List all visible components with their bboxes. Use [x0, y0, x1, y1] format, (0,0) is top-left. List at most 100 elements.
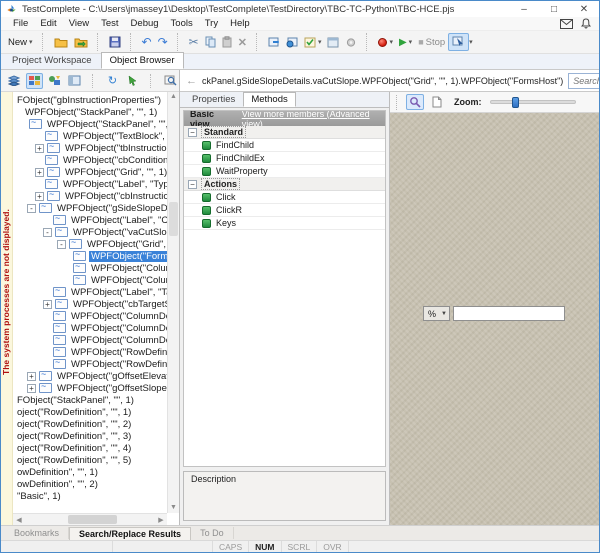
- collapse-icon[interactable]: −: [188, 180, 197, 189]
- tree-item[interactable]: FObject("StackPanel", "", 1): [13, 394, 167, 406]
- point-and-fix-button[interactable]: [124, 73, 141, 89]
- messages-icon[interactable]: [560, 19, 573, 29]
- fit-to-page-button[interactable]: [428, 94, 446, 110]
- expand-plus-icon[interactable]: +: [35, 168, 44, 177]
- project-settings-button[interactable]: [324, 35, 342, 50]
- collapse-minus-icon[interactable]: -: [43, 228, 52, 237]
- tree-item[interactable]: WPFObject("ColumnDefinition", "", 1): [13, 310, 167, 322]
- tree-item[interactable]: oject("RowDefinition", "", 5): [13, 454, 167, 466]
- tab-bookmarks[interactable]: Bookmarks: [5, 527, 69, 539]
- refresh-button[interactable]: ↻: [104, 73, 121, 89]
- method-row[interactable]: ClickR: [184, 204, 385, 217]
- tab-search-replace-results[interactable]: Search/Replace Results: [69, 527, 191, 540]
- copy-button[interactable]: [202, 34, 219, 50]
- stop-button[interactable]: ■ Stop: [415, 35, 448, 50]
- method-row[interactable]: Keys: [184, 217, 385, 230]
- delete-button[interactable]: ✕: [235, 34, 250, 51]
- menu-file[interactable]: File: [7, 18, 34, 29]
- expand-plus-icon[interactable]: +: [27, 372, 36, 381]
- tree-item[interactable]: +WPFObject("cbTargetSurface"): [13, 298, 167, 310]
- tree-item[interactable]: +WPFObject("Grid", "", 1): [13, 166, 167, 178]
- collapse-minus-icon[interactable]: -: [27, 204, 36, 213]
- search-object-button[interactable]: [162, 73, 179, 89]
- close-button[interactable]: ✕: [569, 1, 599, 17]
- paste-button[interactable]: [219, 34, 235, 50]
- tree-item[interactable]: WPFObject("ColumnDefinition",: [13, 274, 167, 286]
- scroll-down-icon[interactable]: ▼: [170, 503, 177, 513]
- tree-item[interactable]: WPFObject("Label", "Cut slope:", 1): [13, 214, 167, 226]
- back-arrow-icon[interactable]: ←: [186, 75, 197, 87]
- tree-item[interactable]: "Basic", 1): [13, 490, 167, 502]
- menu-edit[interactable]: Edit: [34, 18, 62, 29]
- tree-item[interactable]: oject("RowDefinition", "", 1): [13, 406, 167, 418]
- tab-object-browser[interactable]: Object Browser: [101, 52, 184, 69]
- tab-methods[interactable]: Methods: [243, 92, 295, 107]
- expand-plus-icon[interactable]: +: [43, 300, 52, 309]
- notifications-bell-icon[interactable]: [581, 18, 591, 29]
- tree-item[interactable]: WPFObject("StackPanel", "", 1): [13, 118, 167, 130]
- expand-plus-icon[interactable]: +: [35, 144, 44, 153]
- expand-plus-icon[interactable]: +: [27, 384, 36, 393]
- tree-horizontal-scrollbar[interactable]: ◀ ▶: [13, 513, 167, 525]
- open-file-button[interactable]: [51, 35, 71, 50]
- tree-item[interactable]: -WPFObject("gSideSlopeDetails"): [13, 202, 167, 214]
- add-existing-item-button[interactable]: [283, 35, 301, 50]
- tab-to-do[interactable]: To Do: [191, 527, 234, 539]
- tree-item[interactable]: WPFObject("cbConditional"): [13, 154, 167, 166]
- tree-item[interactable]: FObject("gbInstructionProperties"): [13, 94, 167, 106]
- tree-item[interactable]: WPFObject("Label", "Target surface:", 1: [13, 286, 167, 298]
- collapse-minus-icon[interactable]: -: [57, 240, 66, 249]
- method-row[interactable]: FindChild: [184, 139, 385, 152]
- menu-try[interactable]: Try: [199, 18, 224, 29]
- collapse-icon[interactable]: −: [188, 128, 197, 137]
- scroll-track[interactable]: [25, 514, 155, 525]
- scroll-right-icon[interactable]: ▶: [155, 516, 167, 524]
- menu-help[interactable]: Help: [224, 18, 256, 29]
- tree-item[interactable]: -WPFObject("vaCutSlope"): [13, 226, 167, 238]
- method-group-header[interactable]: −Standard: [184, 126, 385, 139]
- menu-tools[interactable]: Tools: [165, 18, 199, 29]
- tree-item[interactable]: +WPFObject("gOffsetSlopeDetails"): [13, 382, 167, 394]
- method-row[interactable]: WaitProperty: [184, 165, 385, 178]
- record-button[interactable]: ▾: [375, 36, 396, 49]
- scroll-track[interactable]: [168, 102, 179, 503]
- tree-vertical-scrollbar[interactable]: ▲ ▼: [167, 92, 179, 513]
- save-all-button[interactable]: [106, 34, 124, 50]
- scroll-up-icon[interactable]: ▲: [170, 92, 177, 102]
- tree-item[interactable]: oject("RowDefinition", "", 4): [13, 442, 167, 454]
- tree-item[interactable]: WPFObject("ColumnDefinition", "", 2): [13, 322, 167, 334]
- zoom-slider[interactable]: [490, 100, 576, 104]
- toggle-panel-button[interactable]: [66, 73, 83, 89]
- minimize-button[interactable]: –: [509, 1, 539, 17]
- tree-item[interactable]: WPFObject("RowDefinition", "", 2): [13, 358, 167, 370]
- menu-test[interactable]: Test: [95, 18, 124, 29]
- tab-project-workspace[interactable]: Project Workspace: [3, 52, 101, 69]
- redo-button[interactable]: ↷: [155, 33, 171, 51]
- maximize-button[interactable]: □: [539, 1, 569, 17]
- zoom-slider-thumb[interactable]: [512, 97, 519, 108]
- new-button[interactable]: New ▾: [5, 35, 36, 50]
- scroll-thumb[interactable]: [169, 202, 178, 236]
- unit-dropdown[interactable]: % ▼: [423, 306, 450, 321]
- tree-item[interactable]: WPFObject("ColumnDefinition", "", 3): [13, 334, 167, 346]
- open-project-button[interactable]: [71, 35, 91, 50]
- expand-plus-icon[interactable]: +: [35, 192, 44, 201]
- object-spy-button[interactable]: [448, 33, 469, 51]
- tree-item[interactable]: +WPFObject("cbInstructionType"): [13, 190, 167, 202]
- menu-debug[interactable]: Debug: [125, 18, 165, 29]
- search-input[interactable]: [573, 76, 600, 86]
- menu-view[interactable]: View: [63, 18, 95, 29]
- highlight-tool-button[interactable]: [406, 94, 424, 110]
- tree-item[interactable]: oject("RowDefinition", "", 3): [13, 430, 167, 442]
- checklist-button[interactable]: ▾: [301, 35, 325, 50]
- method-row[interactable]: FindChildEx: [184, 152, 385, 165]
- tree-item[interactable]: WPFObject("Label", "Type:", 1): [13, 178, 167, 190]
- method-row[interactable]: Click: [184, 191, 385, 204]
- preview-canvas[interactable]: % ▼: [390, 113, 600, 525]
- show-objects-button[interactable]: [26, 73, 43, 89]
- scroll-left-icon[interactable]: ◀: [13, 516, 25, 524]
- tree-item[interactable]: WPFObject("StackPanel", "", 1): [13, 106, 167, 118]
- tab-properties[interactable]: Properties: [184, 92, 243, 107]
- tree-item[interactable]: WPFObject("TextBlock", "Name:", 1): [13, 130, 167, 142]
- tree-item[interactable]: +WPFObject("gOffsetElevationDetails"): [13, 370, 167, 382]
